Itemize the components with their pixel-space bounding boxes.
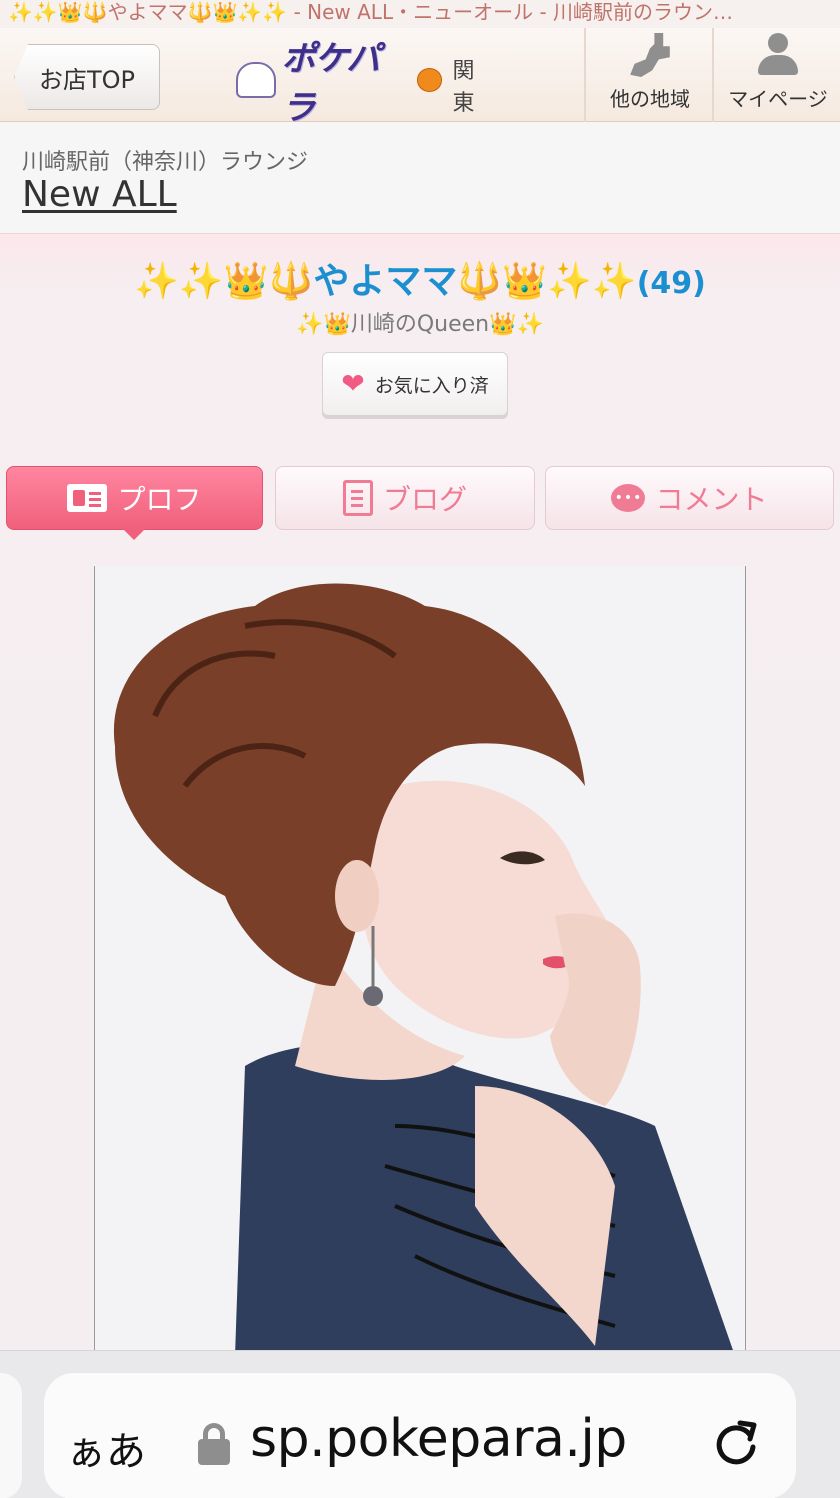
profile-photo[interactable]: [94, 566, 746, 1356]
japan-map-icon: [630, 33, 670, 77]
person-icon: [756, 33, 800, 77]
site-header: お店TOP ポケパラ 関東 他の地域 マイページ: [0, 28, 840, 128]
profile-card-icon: [67, 484, 108, 512]
lock-icon: [198, 1423, 230, 1465]
tab-blog-label: ブログ: [382, 483, 467, 516]
tab-blog[interactable]: ブログ: [275, 466, 535, 530]
profile-tabs: プロフ ブログ ••• コメント: [6, 466, 834, 530]
profile-photo-image: [95, 566, 745, 1356]
other-region-button[interactable]: 他の地域: [588, 28, 712, 122]
shop-top-back-button[interactable]: お店TOP: [14, 44, 160, 110]
favorite-label: お気に入り済: [374, 374, 489, 397]
header-divider: [712, 28, 714, 122]
header-divider: [584, 28, 586, 122]
profile-area: ✨✨👑🔱やよママ🔱👑✨✨(49) ✨👑川崎のQueen👑✨ ❤ お気に入り済 プ…: [0, 234, 840, 1356]
browser-address-bar: ぁあ sp.pokepara.jp: [0, 1350, 840, 1498]
tab-profile[interactable]: プロフ: [6, 466, 263, 530]
tab-profile-label: プロフ: [117, 483, 202, 516]
other-region-label: 他の地域: [610, 87, 690, 111]
reload-icon[interactable]: [710, 1417, 762, 1469]
comment-icon: •••: [611, 484, 646, 512]
cast-name: ✨✨👑🔱やよママ🔱👑✨✨: [134, 261, 637, 302]
tab-comment-label: コメント: [655, 483, 768, 516]
ghost-logo-icon: [236, 62, 276, 98]
text-size-button[interactable]: ぁあ: [66, 1419, 146, 1477]
page-title-bar: ✨✨👑🔱やよママ🔱👑✨✨ - New ALL・ニューオール - 川崎駅前のラウン…: [0, 0, 840, 28]
url-text[interactable]: sp.pokepara.jp: [250, 1409, 627, 1469]
logo-text: ポケパラ: [281, 39, 381, 128]
favorite-button[interactable]: ❤ お気に入り済: [322, 352, 508, 416]
shop-category: 川崎駅前（神奈川）ラウンジ: [22, 150, 309, 175]
region-label: 関東: [452, 59, 475, 116]
previous-tab-peek[interactable]: [0, 1373, 22, 1498]
shop-name-link[interactable]: New ALL: [22, 174, 177, 215]
cast-catchphrase: ✨👑川崎のQueen👑✨: [296, 312, 544, 337]
blog-icon: [342, 480, 373, 516]
cast-count[interactable]: (49): [637, 266, 706, 301]
active-tab-indicator: [122, 528, 146, 540]
mypage-button[interactable]: マイページ: [716, 28, 840, 122]
url-field[interactable]: ぁあ sp.pokepara.jp: [44, 1373, 796, 1498]
pumpkin-icon: [416, 68, 443, 92]
site-logo[interactable]: ポケパラ 関東: [236, 39, 496, 128]
shop-top-back-label: お店TOP: [39, 65, 136, 94]
cast-name-heading: ✨✨👑🔱やよママ🔱👑✨✨(49): [0, 252, 840, 304]
tab-comment[interactable]: ••• コメント: [545, 466, 834, 530]
mypage-label: マイページ: [728, 87, 828, 111]
shop-info-bar: 川崎駅前（神奈川）ラウンジ New ALL: [0, 122, 840, 234]
heart-icon: ❤: [341, 367, 365, 400]
